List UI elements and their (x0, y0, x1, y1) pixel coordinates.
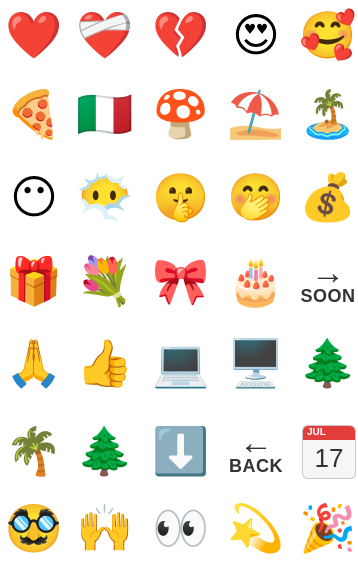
back-arrow-icon: ← BACK (226, 423, 286, 483)
folded-hands-icon: 🙏 (5, 336, 63, 390)
calendar-icon: JUL 17 (302, 425, 356, 479)
party-popper-icon: 🎉 (299, 501, 357, 555)
face-in-clouds-icon: 😶‍🌫️ (76, 170, 134, 224)
pizza-icon: 🍕 (5, 87, 63, 141)
mushroom-icon: 🍄 (152, 87, 210, 141)
soon-arrow-icon: → SOON (298, 253, 358, 313)
down-arrow-button-icon: ⬇️ (152, 424, 210, 478)
laptop-icon: 💻 (152, 336, 210, 390)
beach-umbrella-icon: ⛱️ (227, 87, 285, 141)
face-without-mouth-icon: 😶 (10, 170, 58, 224)
thumbs-up-icon: 👍 (76, 336, 134, 390)
heart-eyes-face-icon: 😍 (232, 8, 280, 62)
dizzy-icon: 💫 (227, 501, 285, 555)
red-heart-icon: ❤️ (5, 8, 63, 62)
arrow-glyph: → (311, 254, 345, 292)
smiling-face-with-hearts-icon: 🥰 (299, 8, 357, 62)
desert-island-icon: 🏝️ (299, 87, 357, 141)
wrapped-gift-icon: 🎁 (5, 254, 63, 308)
calendar-day: 17 (314, 443, 344, 473)
emoji-grid: ❤️ ❤️‍🩹 💔 😍 🥰 🍕 🇮🇹 🍄 ⛱️ 🏝️ 😶 😶‍🌫️ 🤫 🤭 💰 🎁 💐 🎀 🎂 → SOON 🙏 👍 💻 🖥️ 🌲… (0, 0, 358, 561)
evergreen-tree-icon: 🌲 (76, 424, 134, 478)
shushing-face-icon: 🤫 (152, 170, 210, 224)
eyes-icon: 👀 (152, 501, 210, 555)
disguised-face-icon: 🥸 (5, 501, 63, 555)
arrow-word: BACK (229, 456, 283, 476)
broken-heart-icon: 💔 (152, 8, 210, 62)
mending-heart-icon: ❤️‍🩹 (76, 8, 134, 62)
calendar-month: JUL (303, 426, 355, 440)
evergreen-tree-icon: 🌲 (299, 336, 357, 390)
face-with-hand-over-mouth-icon: 🤭 (227, 170, 285, 224)
palm-tree-icon: 🌴 (5, 424, 63, 478)
desktop-computer-icon: 🖥️ (227, 336, 285, 390)
arrow-glyph: ← (239, 424, 273, 462)
arrow-word: SOON (300, 286, 356, 306)
birthday-cake-icon: 🎂 (227, 254, 285, 308)
bouquet-icon: 💐 (76, 254, 134, 308)
money-bag-icon: 💰 (299, 170, 357, 224)
italy-flag-icon: 🇮🇹 (76, 87, 134, 141)
raising-hands-icon: 🙌 (76, 501, 134, 555)
ribbon-icon: 🎀 (152, 254, 210, 308)
